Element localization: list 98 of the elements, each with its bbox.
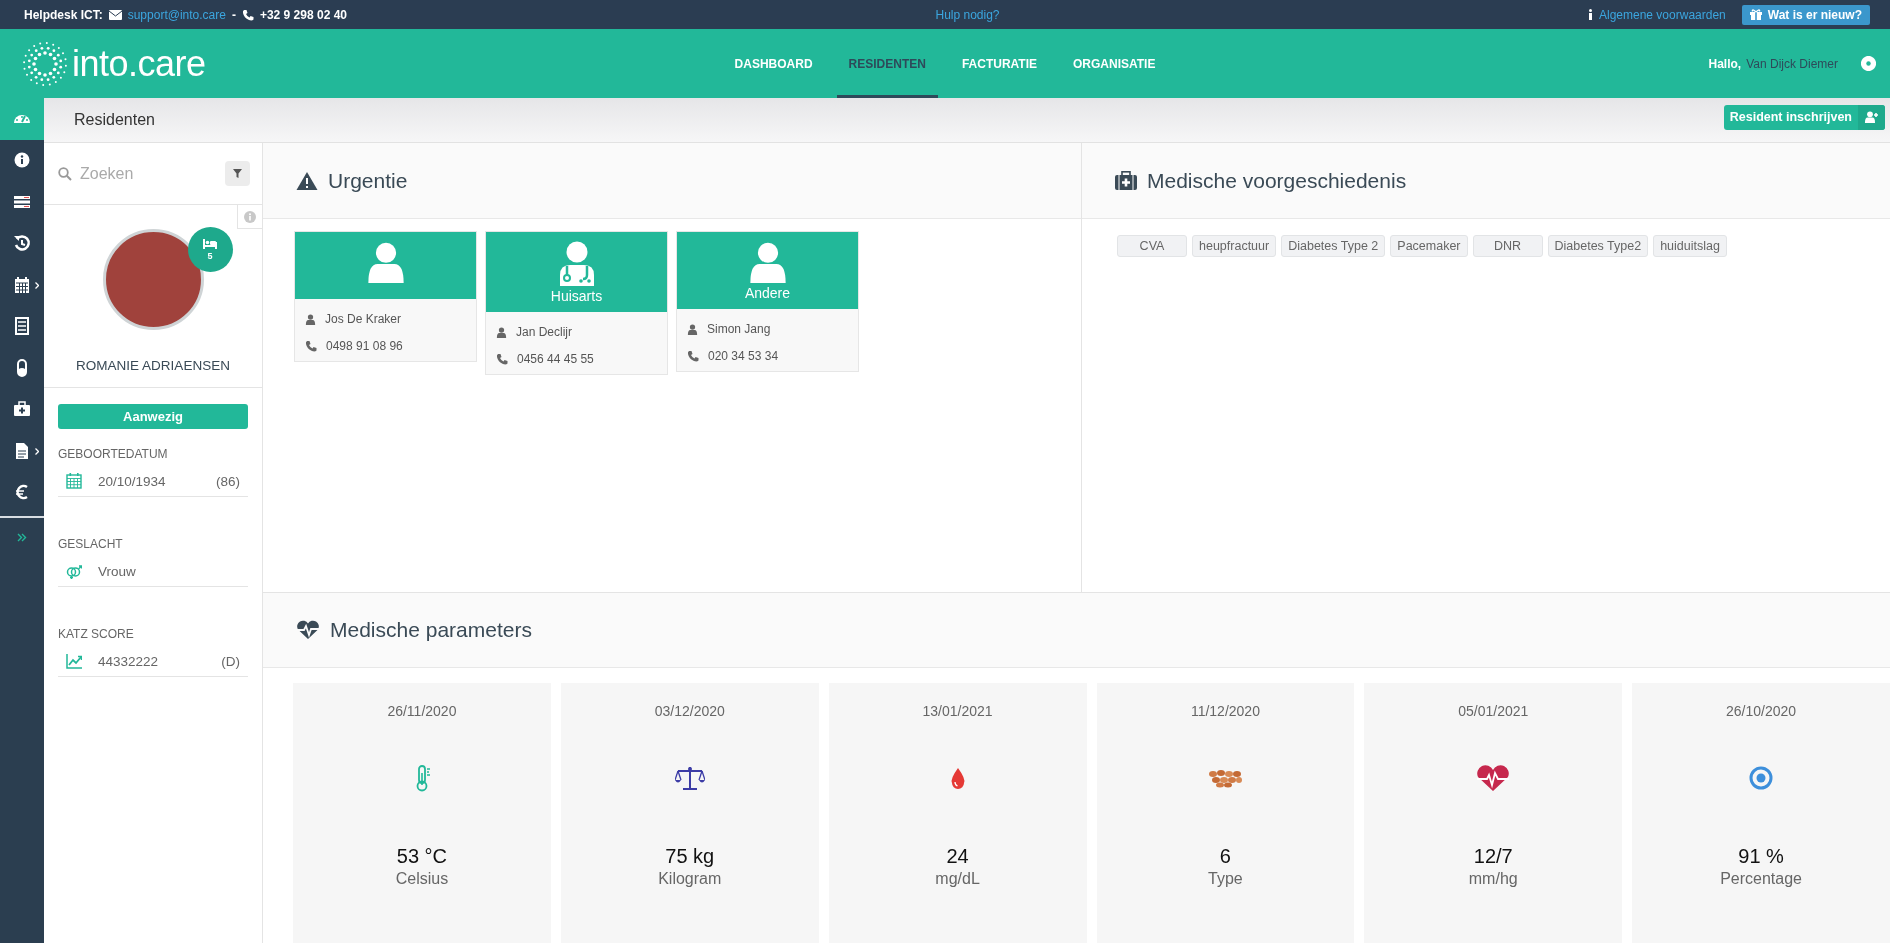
history-tag: huiduitslag [1653, 235, 1727, 257]
person-icon [305, 313, 316, 325]
gift-icon [1749, 9, 1762, 20]
terms-link[interactable]: Algemene voorwaarden [1599, 7, 1726, 22]
page-title: Residenten [74, 111, 155, 129]
measure-unit: Percentage [1720, 870, 1802, 888]
measure-date: 11/12/2020 [1190, 703, 1260, 719]
settings-icon [1861, 56, 1876, 71]
document-icon [13, 441, 31, 460]
calendar-icon [66, 473, 82, 489]
contact-phone: 0456 44 45 55 [517, 352, 594, 366]
measure-date: 26/11/2020 [387, 703, 457, 719]
search-field[interactable]: Zoeken [78, 163, 219, 184]
filter-icon [233, 169, 242, 178]
measure-value: 53 °C [396, 845, 448, 868]
help-link[interactable]: Hulp nodig? [935, 7, 1000, 22]
user-name: Van Dijck Diemer [1746, 56, 1838, 71]
contact-name: Simon Jang [707, 322, 771, 336]
separator: - [231, 7, 236, 22]
measure-date: 26/10/2020 [1726, 703, 1797, 719]
filter-button[interactable] [225, 161, 250, 186]
medkit-icon [13, 400, 31, 419]
contact-role: Andere [744, 285, 791, 301]
bed-icon [203, 238, 217, 249]
chart-icon [66, 653, 82, 669]
measure-date: 03/12/2020 [654, 703, 725, 719]
field-value: 20/10/1934 [98, 473, 167, 489]
measure-unit: Type [1208, 870, 1243, 888]
gender-icon [66, 563, 82, 579]
measure-unit: mg/dL [935, 870, 980, 888]
add-resident-button[interactable]: Resident inschrijven [1723, 104, 1885, 130]
nav-tab[interactable]: FACTURATIE [949, 29, 1049, 98]
contact-name: Jan Declijr [516, 325, 572, 339]
panel-title: Medische parameters [330, 618, 532, 642]
history-tag: DNR [1472, 235, 1543, 257]
field-label: GEBOORTEDATUM [58, 447, 169, 461]
measure-value: 12/7 [1473, 845, 1513, 868]
field-value: 44332222 [98, 653, 160, 669]
heart-pulse-icon [296, 620, 320, 640]
measure-unit: Celsius [395, 870, 449, 888]
measure-date: 13/01/2021 [922, 703, 993, 719]
history-tag: heupfractuur [1192, 235, 1277, 257]
calendar-icon [13, 275, 31, 294]
person-icon [687, 323, 698, 335]
contact-role: Huisarts [550, 288, 603, 304]
measure-unit: Kilogram [658, 870, 722, 888]
info-icon [244, 210, 256, 223]
measure-unit: mm/hg [1468, 870, 1518, 888]
contact-name: Jos De Kraker [325, 312, 402, 326]
greeting: Hallo, [1708, 56, 1742, 71]
info-icon [1588, 9, 1593, 20]
history-icon [13, 234, 31, 253]
panel-title: Urgentie [328, 168, 408, 193]
logo-text: into.care [72, 42, 206, 85]
contact-phone: 020 34 53 34 [708, 349, 779, 363]
measure-value: 24 [946, 845, 969, 868]
resident-name: ROMANIE ADRIAENSEN [76, 358, 230, 373]
status-button[interactable]: Aanwezig [58, 404, 248, 429]
field-note: (86) [216, 473, 240, 489]
contact-phone: 0498 91 08 96 [326, 339, 403, 353]
history-tag: CVA [1117, 235, 1187, 257]
field-label: GESLACHT [58, 537, 124, 551]
panel-title: Medische voorgeschiedenis [1147, 168, 1407, 193]
envelope-icon [108, 9, 122, 20]
search-icon [58, 166, 72, 181]
phone-icon [305, 340, 317, 352]
history-tag: Pacemaker [1390, 235, 1468, 257]
phone-icon [241, 8, 254, 21]
measure-value: 75 kg [665, 845, 715, 868]
person-icon [496, 326, 507, 338]
helpdesk-label: Helpdesk ICT: [24, 7, 103, 22]
field-note: (D) [221, 653, 240, 669]
measure-date: 05/01/2021 [1458, 703, 1529, 719]
checklist-icon [13, 317, 31, 336]
room-badge: 5 [187, 227, 233, 272]
measure-value: 91 % [1738, 845, 1784, 868]
whats-new-button[interactable]: Wat is er nieuw? [1741, 4, 1870, 25]
info-icon [13, 151, 31, 170]
medkit-icon [1115, 171, 1137, 190]
helpdesk-phone: +32 9 298 02 40 [259, 7, 347, 22]
email-link[interactable]: support@into.care [127, 7, 226, 22]
add-person-icon [1864, 111, 1879, 123]
field-value: Vrouw [98, 563, 137, 579]
field-label: KATZ SCORE [58, 627, 135, 641]
logo-icon [22, 40, 68, 87]
history-tag: Diabetes Type 2 [1281, 235, 1386, 257]
target-icon [1749, 766, 1774, 790]
history-tag: Diabetes Type2 [1547, 235, 1649, 257]
heart-pulse-icon [1475, 764, 1512, 792]
nav-tab[interactable]: DASHBOARD [722, 29, 825, 98]
nav-tab[interactable]: ORGANISATIE [1061, 29, 1168, 98]
phone-icon [687, 350, 699, 362]
phone-icon [496, 353, 508, 365]
measure-value: 6 [1219, 845, 1231, 868]
stool-chart-icon [1207, 768, 1243, 788]
double-chevron-icon [17, 532, 27, 542]
scale-icon [674, 765, 705, 791]
warning-icon [296, 170, 318, 191]
